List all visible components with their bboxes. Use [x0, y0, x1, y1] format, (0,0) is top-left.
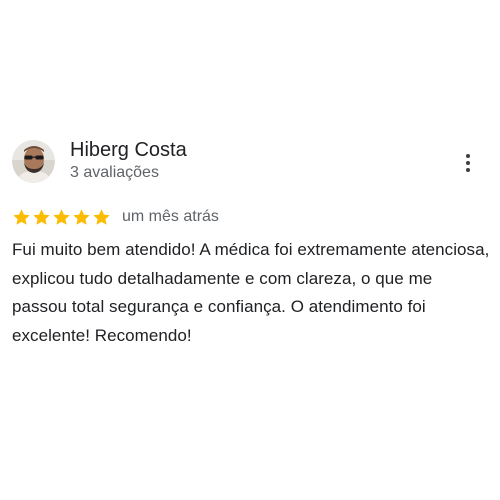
- reviewer-review-count: 3 avaliações: [70, 164, 159, 181]
- star-icon: [33, 208, 50, 225]
- review-card: Hiberg Costa 3 avaliações um mês atrás F…: [0, 0, 500, 500]
- star-icon: [53, 208, 70, 225]
- avatar-photo: [12, 140, 55, 183]
- more-vert-icon-dot: [466, 161, 470, 165]
- more-vert-icon-dot: [466, 168, 470, 172]
- reviewer-name[interactable]: Hiberg Costa: [70, 138, 187, 162]
- star-rating: [12, 208, 112, 227]
- rating-row: um mês atrás: [12, 206, 219, 228]
- star-icon: [73, 208, 90, 225]
- review-date: um mês atrás: [122, 208, 219, 225]
- review-text: Fui muito bem atendido! A médica foi ext…: [12, 240, 490, 345]
- more-vert-icon: [466, 154, 470, 158]
- more-options-button[interactable]: [457, 150, 479, 176]
- reviewer-avatar[interactable]: [12, 140, 55, 183]
- star-icon: [13, 208, 30, 225]
- star-icon: [93, 208, 110, 225]
